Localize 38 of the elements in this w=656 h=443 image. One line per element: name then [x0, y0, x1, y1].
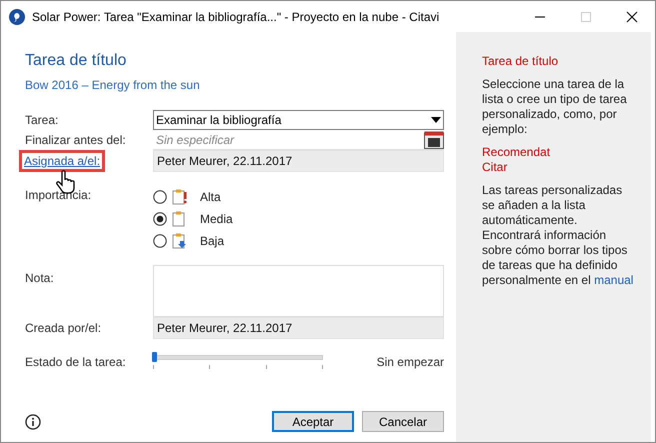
field-label: Creada por/el: [25, 321, 102, 335]
field-label: Finalizar antes del: [25, 133, 127, 147]
example-task: Citar [482, 160, 508, 175]
field-label: Estado de la tarea: [25, 355, 127, 369]
radio-button[interactable] [153, 190, 167, 204]
task-heading: Tarea de título [25, 52, 128, 70]
radio-button[interactable] [153, 234, 167, 248]
task-priority-icon [171, 189, 187, 205]
calendar-icon[interactable] [424, 130, 444, 148]
task-priority-icon [171, 211, 187, 227]
status-reading: Sin empezar [376, 355, 444, 369]
note-field[interactable] [153, 265, 444, 317]
help-text: Las tareas personalizadas se añaden a la lista automáticamente. Encontrará información sobre cómo borrar los tipos de tareas que ha definido personalmente en el manual [482, 183, 634, 288]
radio-label: Baja [200, 234, 224, 248]
manual-link[interactable]: manual [594, 273, 634, 287]
radio-label: Media [200, 212, 233, 226]
date-field[interactable]: Sin especificar [156, 132, 424, 146]
window-title: Solar Power: Tarea "Examinar la bibliografía..." - Proyecto en la nube - Citavi [32, 10, 440, 24]
radio-button[interactable] [153, 212, 167, 226]
dropdown-arrow-icon [429, 116, 443, 124]
field-label: Importancia: [25, 188, 92, 202]
assigned-link[interactable]: Asignada a/el: [22, 153, 102, 169]
app-logo-icon [9, 8, 25, 24]
created-field: Peter Meurer, 22.11.2017 [153, 317, 444, 339]
help-title: Tarea de título [482, 54, 560, 69]
dialog-button[interactable]: Aceptar [272, 411, 354, 432]
task-priority-icon [171, 233, 187, 249]
slider-thumb[interactable] [152, 352, 157, 362]
field-label: Nota: [25, 271, 55, 285]
info-icon[interactable] [25, 414, 41, 430]
reference-title: Bow 2016 – Energy from the sun [25, 78, 201, 92]
task-dropdown[interactable]: Examinar la bibliografía [153, 110, 444, 130]
dialog-button[interactable]: Cancelar [362, 411, 444, 432]
assigned-field: Peter Meurer, 22.11.2017 [153, 150, 444, 172]
example-task: Recomendat [482, 145, 552, 160]
help-intro: Seleccione una tarea de la lista o cree un tipo de tarea personalizado, como, por ejemplo: [482, 77, 628, 137]
field-label: Tarea: [25, 113, 60, 127]
radio-label: Alta [200, 190, 221, 204]
